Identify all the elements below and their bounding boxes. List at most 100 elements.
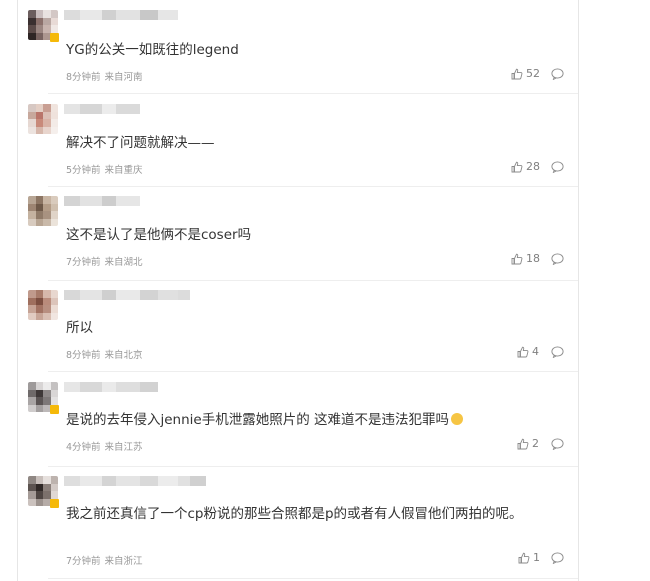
avatar-pixel bbox=[50, 476, 58, 484]
username-blur-block bbox=[64, 476, 80, 486]
username-blurred[interactable] bbox=[64, 476, 206, 486]
avatar-pixel bbox=[28, 17, 36, 25]
avatar-pixel bbox=[43, 476, 51, 484]
avatar-pixel bbox=[43, 397, 51, 405]
reply-icon[interactable] bbox=[551, 161, 564, 173]
like-count: 18 bbox=[526, 252, 540, 265]
avatar-pixel bbox=[50, 17, 58, 25]
username-blur-block bbox=[80, 382, 102, 392]
avatar-pixel bbox=[35, 290, 43, 298]
username-blurred[interactable] bbox=[64, 196, 140, 206]
avatar-pixel bbox=[28, 498, 36, 506]
avatar-pixel bbox=[28, 312, 36, 320]
avatar-pixel bbox=[35, 17, 43, 25]
avatar-pixel bbox=[28, 397, 36, 405]
comment-feed: YG的公关一如既往的legend 8分钟前 来自河南 52 解决不了问题就解决——… bbox=[0, 0, 650, 581]
avatar-pixel bbox=[43, 17, 51, 25]
avatar-pixel bbox=[43, 10, 51, 18]
avatar-pixel bbox=[43, 196, 51, 204]
avatar-pixel bbox=[50, 203, 58, 211]
username-blur-block bbox=[140, 290, 158, 300]
comment-text: 这不是认了是他俩不是coser吗 bbox=[66, 227, 252, 243]
username-blur-block bbox=[178, 476, 190, 486]
avatar-pixel bbox=[43, 211, 51, 219]
avatar-pixel bbox=[28, 211, 36, 219]
reply-icon[interactable] bbox=[551, 438, 564, 450]
username-blurred[interactable] bbox=[64, 290, 190, 300]
avatar-pixel bbox=[43, 25, 51, 33]
username-blur-block bbox=[102, 476, 116, 486]
avatar-pixel bbox=[50, 211, 58, 219]
like-button[interactable]: 2 bbox=[517, 437, 539, 450]
avatar-pixel bbox=[50, 297, 58, 305]
avatar-pixel bbox=[35, 25, 43, 33]
avatar-pixel bbox=[35, 203, 43, 211]
like-button[interactable]: 18 bbox=[511, 252, 540, 265]
like-button[interactable]: 1 bbox=[518, 551, 540, 564]
username-blurred[interactable] bbox=[64, 382, 158, 392]
comment-meta: 8分钟前 来自北京 bbox=[66, 347, 143, 361]
avatar-pixel bbox=[50, 119, 58, 127]
avatar-pixel bbox=[28, 382, 36, 390]
like-button[interactable]: 52 bbox=[511, 67, 540, 80]
avatar-pixel bbox=[43, 491, 51, 499]
avatar-pixel bbox=[35, 382, 43, 390]
like-count: 28 bbox=[526, 160, 540, 173]
username-blur-block bbox=[102, 104, 116, 114]
avatar[interactable] bbox=[28, 196, 58, 226]
avatar-pixel bbox=[35, 126, 43, 134]
avatar-pixel bbox=[43, 218, 51, 226]
avatar-pixel bbox=[28, 25, 36, 33]
reply-icon[interactable] bbox=[551, 346, 564, 358]
comment-meta: 7分钟前 来自湖北 bbox=[66, 254, 143, 268]
comment-meta: 7分钟前 来自浙江 bbox=[66, 553, 143, 567]
avatar-pixel bbox=[35, 111, 43, 119]
avatar-pixel bbox=[28, 290, 36, 298]
username-blurred[interactable] bbox=[64, 104, 140, 114]
like-count: 52 bbox=[526, 67, 540, 80]
comment-meta: 8分钟前 来自河南 bbox=[66, 69, 143, 83]
like-count: 4 bbox=[532, 345, 539, 358]
avatar-pixel bbox=[35, 211, 43, 219]
username-blur-block bbox=[80, 290, 102, 300]
avatar-pixel bbox=[43, 305, 51, 313]
username-blur-block bbox=[158, 476, 178, 486]
avatar-pixel bbox=[50, 10, 58, 18]
avatar-pixel bbox=[50, 25, 58, 33]
username-blur-block bbox=[178, 290, 190, 300]
username-blur-block bbox=[116, 10, 140, 20]
verified-badge-icon bbox=[50, 499, 59, 508]
comment-text: 是说的去年侵入jennie手机泄露她照片的 这难道不是违法犯罪吗 bbox=[66, 409, 464, 431]
username-blur-block bbox=[64, 382, 80, 392]
avatar-pixel bbox=[28, 305, 36, 313]
like-button[interactable]: 28 bbox=[511, 160, 540, 173]
thumbs-up-icon bbox=[511, 253, 523, 265]
username-blurred[interactable] bbox=[64, 10, 178, 20]
comment-text: YG的公关一如既往的legend bbox=[66, 42, 239, 58]
avatar-pixel bbox=[28, 389, 36, 397]
comment-item: 我之前还真信了一个cp粉说的那些合照都是p的或者有人假冒他们两拍的呢。 7分钟前… bbox=[18, 466, 578, 581]
username-blur-block bbox=[80, 104, 102, 114]
avatar-pixel bbox=[28, 126, 36, 134]
comment-time: 8分钟前 bbox=[66, 350, 101, 361]
avatar-pixel bbox=[50, 491, 58, 499]
avatar-pixel bbox=[35, 218, 43, 226]
comment-text: 所以 bbox=[66, 320, 93, 336]
username-blur-block bbox=[140, 382, 158, 392]
avatar-pixel bbox=[35, 397, 43, 405]
avatar-pixel bbox=[28, 104, 36, 112]
avatar-pixel bbox=[28, 476, 36, 484]
username-blur-block bbox=[64, 10, 80, 20]
reply-icon[interactable] bbox=[551, 68, 564, 80]
avatar-pixel bbox=[28, 196, 36, 204]
username-blur-block bbox=[80, 476, 102, 486]
reply-icon[interactable] bbox=[551, 552, 564, 564]
like-button[interactable]: 4 bbox=[517, 345, 539, 358]
reply-icon[interactable] bbox=[551, 253, 564, 265]
avatar[interactable] bbox=[28, 290, 58, 320]
comment-meta: 5分钟前 来自重庆 bbox=[66, 162, 143, 176]
avatar-pixel bbox=[35, 104, 43, 112]
username-blur-block bbox=[102, 196, 116, 206]
avatar-pixel bbox=[35, 32, 43, 40]
avatar-pixel bbox=[35, 297, 43, 305]
